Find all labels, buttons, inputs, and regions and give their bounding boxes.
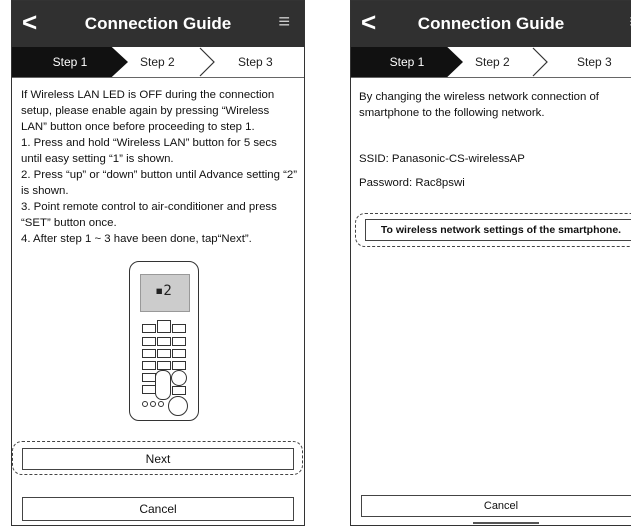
remote-updown-highlight [155, 370, 171, 400]
remote-key [157, 320, 171, 333]
step-1-active: Step 1 [351, 47, 463, 77]
password-label: Password: Rac8pswi [359, 177, 465, 189]
remote-key [172, 324, 186, 333]
instruction-note: If Wireless LAN LED is OFF during the co… [21, 89, 275, 133]
chevron-right-icon [532, 47, 548, 77]
instructions: If Wireless LAN LED is OFF during the co… [21, 87, 298, 247]
remote-key [157, 349, 171, 358]
next-button[interactable]: Next [22, 448, 294, 470]
remote-key [142, 385, 156, 394]
step-2: Step 2 [475, 55, 510, 69]
page-title: Connection Guide [84, 14, 232, 33]
instruction-step-1: 1. Press and hold “Wireless LAN” button … [21, 137, 277, 165]
page-title: Connection Guide [417, 14, 565, 33]
instruction-step-3: 3. Point remote control to air-condition… [21, 201, 277, 229]
header-bar: < Connection Guide ≡ [12, 1, 304, 47]
header-bar: < Connection Guide ≡ [351, 1, 631, 47]
remote-wireless-lan-button [168, 396, 188, 416]
remote-control-illustration: ▪2 [129, 261, 199, 421]
step-2: Step 2 [140, 55, 175, 69]
step-indicator: Step 1 Step 2 Step 3 [12, 47, 304, 78]
remote-key [172, 337, 186, 346]
remote-key [142, 337, 156, 346]
network-intro: By changing the wireless network connect… [359, 91, 599, 119]
remote-dot [150, 401, 156, 407]
cancel-button[interactable]: Cancel [22, 497, 294, 521]
remote-key [142, 324, 156, 333]
instruction-step-4: 4. After step 1 ~ 3 have been done, tap“… [21, 233, 252, 245]
cancel-button[interactable]: Cancel [361, 495, 631, 517]
connection-guide-screen-step1-network: < Connection Guide ≡ Step 1 Step 2 Step … [350, 0, 631, 526]
step-3: Step 3 [577, 55, 612, 69]
step-1-active: Step 1 [12, 47, 128, 77]
remote-lcd: ▪2 [140, 274, 190, 312]
remote-key [157, 361, 171, 370]
remote-dot [158, 401, 164, 407]
remote-key [142, 373, 156, 382]
remote-lcd-display: ▪2 [155, 283, 172, 299]
remote-key [142, 361, 156, 370]
chevron-right-icon [199, 47, 215, 77]
remote-set-highlight [171, 370, 187, 386]
home-indicator [473, 522, 539, 524]
wireless-settings-button[interactable]: To wireless network settings of the smar… [365, 219, 631, 241]
instruction-step-2: 2. Press “up” or “down” button until Adv… [21, 169, 298, 197]
remote-key [172, 361, 186, 370]
menu-icon[interactable]: ≡ [278, 12, 290, 32]
step-3: Step 3 [238, 55, 273, 69]
remote-key [142, 349, 156, 358]
remote-key [172, 386, 186, 395]
remote-dot [142, 401, 148, 407]
ssid-label: SSID: Panasonic-CS-wirelessAP [359, 153, 525, 165]
step-indicator: Step 1 Step 2 Step 3 [351, 47, 631, 78]
remote-key [157, 337, 171, 346]
remote-key [172, 349, 186, 358]
connection-guide-screen-step1: < Connection Guide ≡ Step 1 Step 2 Step … [11, 0, 305, 526]
